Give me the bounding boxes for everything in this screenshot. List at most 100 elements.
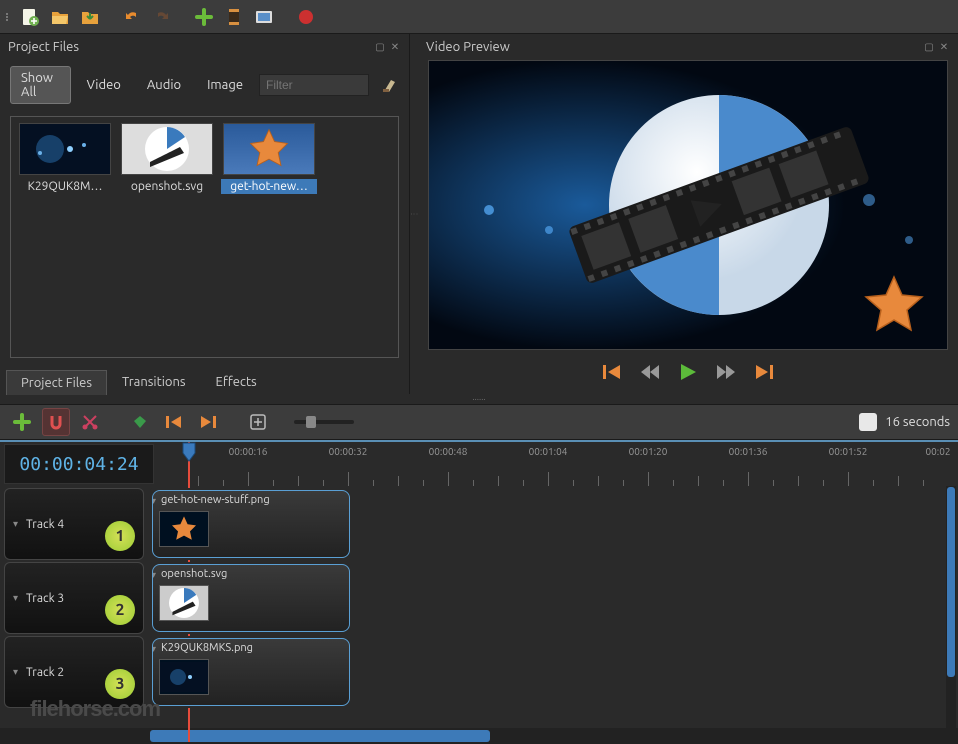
chevron-down-icon[interactable]: ▾ [152,569,156,581]
new-project-button[interactable] [16,3,44,31]
zoom-label: 16 seconds [885,415,950,429]
video-preview[interactable] [428,60,948,350]
open-project-button[interactable] [46,3,74,31]
track-body[interactable]: ▾ K29QUK8MKS.png [148,636,954,708]
timeline-ruler[interactable]: 00:00:16 00:00:32 00:00:48 00:01:04 00:0… [158,442,958,486]
prev-marker-button[interactable] [160,408,188,436]
video-preview-panel: Video Preview ▢ ✕ [418,34,958,394]
clip-thumbnail [159,511,209,547]
ruler-tick: 00:02 [925,446,950,457]
toolbar-grip[interactable] [6,13,14,21]
project-item[interactable]: K29QUK8M… [17,123,113,194]
razor-tool-button[interactable] [76,408,104,436]
tab-effects[interactable]: Effects [201,369,272,394]
zoom-readout-icon [859,413,877,431]
add-track-button[interactable] [8,408,36,436]
project-item-label: K29QUK8M… [17,179,113,194]
center-playhead-button[interactable] [244,408,272,436]
clip-thumbnail [159,659,209,695]
track-body[interactable]: ▾ get-hot-new-stuff.png [148,488,954,560]
track-name: Track 3 [26,592,64,605]
play-button[interactable] [676,360,700,384]
ruler-tick: 00:01:52 [829,446,868,457]
thumbnail-star [223,123,315,175]
thumbnail-logo [121,123,213,175]
track-row: ▾ Track 4 1 ▾ get-hot-new-stuff.png [4,488,954,560]
ruler-tick: 00:00:16 [229,446,268,457]
filter-image[interactable]: Image [197,74,253,96]
ruler-tick: 00:00:32 [329,446,368,457]
panel-close-icon[interactable]: ✕ [389,41,401,53]
timeline: 00:00:04:24 00:00:16 00:00:32 00:00:48 0… [0,440,958,744]
track-row: ▾ Track 2 3 ▾ K29QUK8MKS.png [4,636,954,708]
chevron-down-icon[interactable]: ▾ [13,592,18,604]
track-number-badge: 2 [105,595,135,625]
chevron-down-icon[interactable]: ▾ [152,495,156,507]
track-name: Track 2 [26,666,64,679]
track-number-badge: 1 [105,521,135,551]
track-body[interactable]: ▾ openshot.svg [148,562,954,634]
filter-audio[interactable]: Audio [137,74,191,96]
jump-end-button[interactable] [752,360,776,384]
clip-title: openshot.svg [161,568,227,580]
export-video-button[interactable] [292,3,320,31]
clip[interactable]: ▾ openshot.svg [152,564,350,632]
track-header[interactable]: ▾ Track 4 1 [4,488,144,560]
clip-thumbnail [159,585,209,621]
next-marker-button[interactable] [194,408,222,436]
import-files-button[interactable] [190,3,218,31]
filter-show-all[interactable]: Show All [10,66,71,104]
panel-close-icon[interactable]: ✕ [938,41,950,53]
tracks-area: ▾ Track 4 1 ▾ get-hot-new-stuff.png ▾ Tr… [0,486,958,728]
clip[interactable]: ▾ K29QUK8MKS.png [152,638,350,706]
panel-undock-icon[interactable]: ▢ [374,41,386,53]
project-file-grid[interactable]: K29QUK8M… openshot.svg get-hot-new… [10,116,399,358]
filter-row: Show All Video Audio Image [0,60,409,110]
track-header[interactable]: ▾ Track 2 3 [4,636,144,708]
splitter-horizontal[interactable]: ······ [0,394,958,404]
timeline-scrollbar-horizontal[interactable] [0,728,958,744]
panel-undock-icon[interactable]: ▢ [923,41,935,53]
project-item-label: get-hot-new… [221,179,317,194]
ruler-tick: 00:01:20 [629,446,668,457]
filter-video[interactable]: Video [77,74,131,96]
undo-button[interactable] [118,3,146,31]
clip[interactable]: ▾ get-hot-new-stuff.png [152,490,350,558]
save-project-button[interactable] [76,3,104,31]
track-row: ▾ Track 3 2 ▾ openshot.svg [4,562,954,634]
video-preview-title: Video Preview [426,40,510,54]
clip-title: K29QUK8MKS.png [161,642,253,654]
ruler-tick: 00:00:48 [429,446,468,457]
choose-profile-button[interactable] [220,3,248,31]
zoom-slider[interactable] [294,420,354,424]
snap-button[interactable] [42,408,70,436]
chevron-down-icon[interactable]: ▾ [13,666,18,678]
timeline-scrollbar-vertical[interactable] [946,486,956,728]
project-item[interactable]: get-hot-new… [221,123,317,194]
jump-start-button[interactable] [600,360,624,384]
tab-transitions[interactable]: Transitions [107,369,201,394]
splitter-vertical[interactable]: ⋮ [410,34,418,394]
chevron-down-icon[interactable]: ▾ [152,643,156,655]
ruler-tick: 00:01:36 [729,446,768,457]
filter-input[interactable] [259,74,369,96]
track-header[interactable]: ▾ Track 3 2 [4,562,144,634]
ruler-tick: 00:01:04 [529,446,568,457]
project-item-label: openshot.svg [119,179,215,194]
tab-project-files[interactable]: Project Files [6,370,107,395]
clear-filter-icon[interactable] [381,74,399,96]
add-marker-button[interactable] [126,408,154,436]
timecode-display[interactable]: 00:00:04:24 [4,444,154,484]
timeline-toolbar: 16 seconds [0,404,958,440]
fullscreen-button[interactable] [250,3,278,31]
panel-tabs: Project Files Transitions Effects [0,364,409,394]
rewind-button[interactable] [638,360,662,384]
clip-title: get-hot-new-stuff.png [161,494,270,506]
thumbnail-particles [19,123,111,175]
redo-button[interactable] [148,3,176,31]
track-name: Track 4 [26,518,64,531]
chevron-down-icon[interactable]: ▾ [13,518,18,530]
project-files-title: Project Files [8,40,79,54]
fast-forward-button[interactable] [714,360,738,384]
project-item[interactable]: openshot.svg [119,123,215,194]
